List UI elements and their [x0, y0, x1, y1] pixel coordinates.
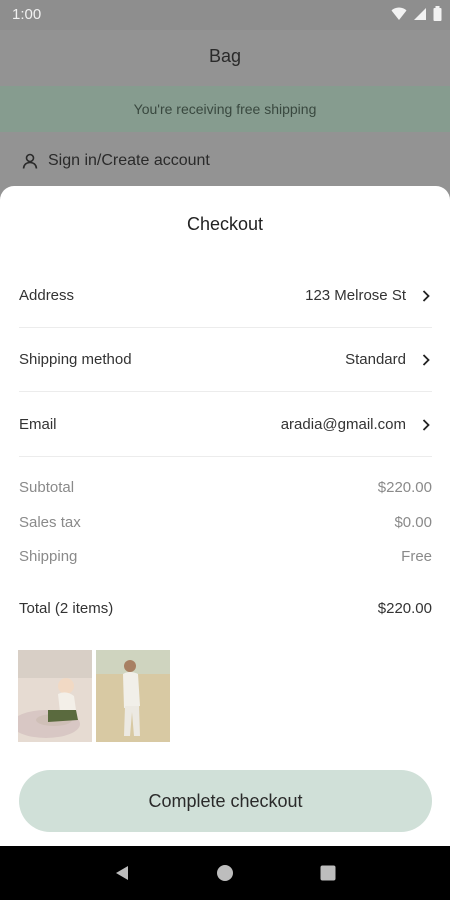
page-title: Bag [208, 46, 242, 66]
shipping-line: Shipping Free [19, 548, 432, 565]
battery-icon [433, 6, 442, 21]
home-circle-icon [216, 865, 233, 881]
free-shipping-banner: You're receiving free shipping [0, 86, 450, 132]
shipping-method-label: Shipping method [19, 351, 132, 368]
chevron-right-icon [422, 418, 430, 431]
email-row[interactable]: Email aradia@gmail.com [19, 393, 432, 457]
complete-checkout-button[interactable]: Complete checkout [19, 770, 432, 832]
back-triangle-icon [115, 866, 128, 880]
total-line: Total (2 items) $220.00 [19, 600, 432, 617]
shipping-method-value: Standard [345, 351, 406, 368]
chevron-right-icon [422, 289, 430, 302]
background-page: Bag You're receiving free shipping Sign … [0, 30, 450, 200]
subtotal-line: Subtotal $220.00 [19, 479, 432, 496]
sheet-title: Checkout [186, 214, 264, 234]
shipping-label: Shipping [19, 548, 78, 565]
subtotal-label: Subtotal [19, 479, 75, 496]
address-value: 123 Melrose St [305, 287, 406, 304]
home-button[interactable] [213, 861, 237, 885]
subtotal-value: $220.00 [377, 479, 432, 496]
shipping-value: Free [401, 548, 432, 565]
status-icons [391, 6, 442, 21]
email-label: Email [19, 416, 57, 433]
recents-button[interactable] [316, 861, 340, 885]
product-thumbnail-baby[interactable] [18, 650, 92, 742]
total-label: Total (2 items) [19, 600, 114, 617]
shipping-method-row[interactable]: Shipping method Standard [19, 328, 432, 392]
status-time: 1:00 [12, 6, 42, 23]
cellular-signal-icon [414, 7, 426, 20]
signin-link: Sign in/Create account [22, 152, 210, 170]
sales-tax-line: Sales tax $0.00 [19, 514, 432, 531]
sales-tax-label: Sales tax [19, 514, 81, 531]
total-value: $220.00 [377, 600, 432, 617]
email-value: aradia@gmail.com [280, 416, 406, 433]
signin-label: Sign in/Create account [48, 152, 210, 169]
address-label: Address [19, 287, 75, 304]
chevron-right-icon [422, 353, 430, 366]
navigation-bar [0, 846, 450, 900]
status-bar: 1:00 [0, 0, 450, 30]
checkout-sheet: Checkout Address 123 Melrose St Shipping… [0, 186, 450, 846]
address-row[interactable]: Address 123 Melrose St [19, 264, 432, 328]
product-thumbnail-woman[interactable] [96, 650, 170, 742]
back-button[interactable] [110, 861, 134, 885]
recents-square-icon [320, 865, 336, 881]
person-icon [22, 153, 38, 169]
order-items [18, 650, 170, 742]
wifi-icon [391, 7, 407, 20]
sales-tax-value: $0.00 [394, 514, 432, 531]
